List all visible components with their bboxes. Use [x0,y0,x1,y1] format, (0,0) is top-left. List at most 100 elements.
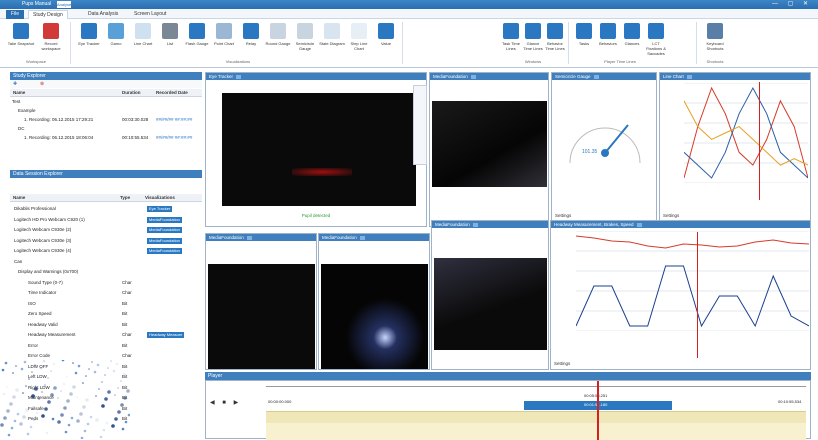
viz-tag[interactable]: Headway Measure [147,332,185,338]
player-button-0[interactable]: Tasks [572,23,596,46]
eye-tools[interactable] [413,85,427,165]
shortcut-button[interactable]: Keyboard Shortcuts [700,23,730,51]
viz-button-7[interactable]: Round Gauge [265,23,291,46]
dot [72,385,76,389]
viz-icon-2 [135,23,151,39]
viz-tag[interactable]: Eye Tracker [147,206,173,212]
dot [50,393,54,397]
tab-screen-layout[interactable]: Screen Layout [130,10,170,19]
viz-button-5[interactable]: Point Chart [211,23,237,46]
study-row[interactable]: 1. Recording: 06.12.2015 17:29:21 00:03:3… [10,116,202,124]
study-row[interactable]: Test [10,98,202,106]
viz-button-10[interactable]: Step Line Chart [346,23,372,51]
timeline-track[interactable] [266,386,806,387]
dot [53,386,57,390]
viz-icon-1 [108,23,124,39]
viz-tag[interactable]: MediaFoundation [147,227,182,233]
viz-button-3[interactable]: List [157,23,183,46]
title-bar: Pups Manual Analyse — ▢ ✕ [0,0,818,9]
viz-button-11[interactable]: Value [373,23,399,46]
dot [76,419,80,423]
dot [66,399,70,403]
media-viewport-4: MediaFoundation [431,220,549,370]
session-row[interactable]: Logitech Webcam C930e (3) MediaFoundation [10,237,202,245]
dot [22,415,26,419]
viz-button-4[interactable]: Flash Gauge [184,23,210,46]
file-tab[interactable]: File [6,10,24,19]
viz-button-1[interactable]: Gamo [103,23,129,46]
series-line-0 [576,235,809,249]
playhead[interactable] [597,381,599,440]
shortcut-icon [707,23,723,39]
player-icon-0 [576,23,592,39]
window-button-2[interactable]: Behavior Time Lines [544,23,566,51]
dot [93,370,97,374]
session-row[interactable]: Logitech HD Pro Webcam C920 (1) MediaFoun… [10,216,202,224]
player-button-1[interactable]: Behaviors [596,23,620,46]
delete-icon[interactable]: ⊗ [40,81,44,87]
viz-button-2[interactable]: Line Chart [130,23,156,46]
playback-controls[interactable]: ◀ ■ ▶ [210,399,241,406]
session-row[interactable]: Sound Type (0-7) Char [10,279,202,287]
viz-tag[interactable]: MediaFoundation [147,248,182,254]
time-ruler[interactable] [266,411,806,423]
dot [47,377,49,379]
session-row[interactable]: Display and Warnings (0x700) [10,268,202,276]
session-row[interactable]: Error Code Char [10,352,202,360]
study-toolbar: ✚ ⊗ [10,80,202,88]
session-row[interactable]: ISO Bit [10,300,202,308]
viz-tag[interactable]: MediaFoundation [147,216,182,223]
viz-button-8[interactable]: Semicircle Gauge [292,23,318,51]
study-row[interactable]: DC [10,125,202,133]
viz-button-6[interactable]: Relay [238,23,264,46]
dot [99,435,103,439]
session-row[interactable]: Error Bit [10,342,202,350]
workspace-button-0[interactable]: Take Snapshot [6,23,36,46]
mode-badge[interactable]: Analyse [57,1,71,8]
session-row[interactable]: Zero Speed Bit [10,310,202,318]
viz-button-9[interactable]: State Diagram [319,23,345,46]
dot [12,372,14,374]
window-controls[interactable]: — ▢ ✕ [772,0,812,7]
dot [115,362,119,366]
dot [112,369,116,373]
dot [0,423,4,427]
player-icon-3 [648,23,664,39]
settings-button[interactable]: Settings [555,213,571,218]
viz-icon-5 [216,23,232,39]
dot [53,363,55,365]
tab-data-analysis[interactable]: Data Analysis [84,10,122,19]
window-icon-2 [547,23,563,39]
session-row[interactable]: Headway Measurement Char Headway Measure [10,331,202,339]
session-row[interactable]: Logitech Webcam C930e (2) MediaFoundation [10,226,202,234]
player-button-3[interactable]: LCT Fixations & Saccades [644,23,668,56]
session-row[interactable]: Headway Valid Bit [10,321,202,329]
settings-button[interactable]: Settings [663,213,679,218]
study-row[interactable]: Example [10,107,202,115]
window-button-1[interactable]: Glance Time Lines [522,23,544,51]
workspace-button-1[interactable]: Record workspace [36,23,66,51]
viz-button-0[interactable]: Eye Tracker [76,23,102,46]
dot [28,378,30,380]
session-row[interactable]: Time Indicator Char [10,289,202,297]
session-row[interactable]: Dikablis Professional Eye Tracker [10,205,202,213]
time-ruler-track [266,423,806,440]
dot [101,381,103,383]
study-table-header: Name Duration Recorded Date [10,89,202,97]
cursor-time: 00:05:58.251 [584,393,608,398]
player-button-2[interactable]: Glances [620,23,644,46]
ribbon-separator [402,22,403,64]
add-icon[interactable]: ✚ [13,81,17,87]
session-row[interactable]: Can [10,258,202,266]
viz-tag[interactable]: MediaFoundation [147,237,182,244]
dot [63,383,65,385]
tab-study-design[interactable]: Study Design [28,10,68,19]
ribbon-separator [568,22,569,64]
window-button-0[interactable]: Task Time Lines [500,23,522,51]
viz-group: Visualizations [225,59,251,64]
gauge-value: 101.35 [582,149,598,155]
settings-button[interactable]: Settings [554,361,570,366]
session-row[interactable]: Logitech Webcam C930e (4) MediaFoundation [10,247,202,255]
study-row[interactable]: 1. Recording: 06.12.2015 18:06:04 00:10:5… [10,134,202,142]
dot [39,366,43,370]
